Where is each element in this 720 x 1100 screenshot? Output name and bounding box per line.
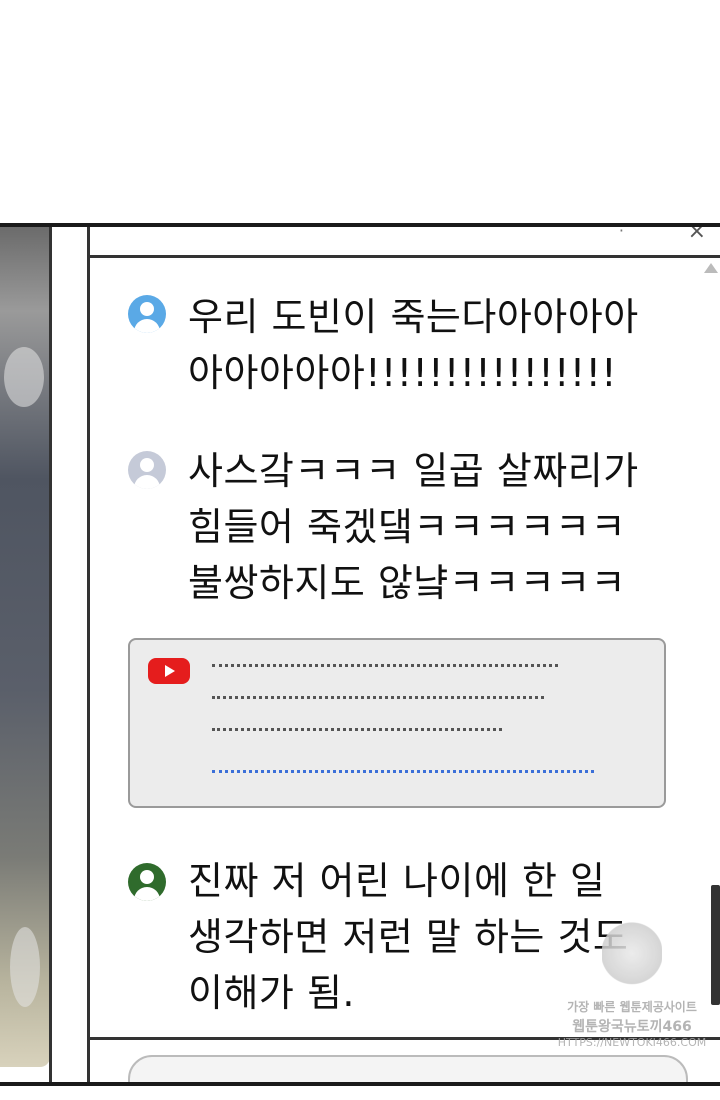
youtube-link-card[interactable] <box>128 638 666 808</box>
youtube-icon <box>148 658 190 684</box>
watermark-site-name: 웹툰왕국뉴토끼466 <box>572 1019 692 1035</box>
redacted-title-line <box>212 664 558 667</box>
user-avatar-icon[interactable] <box>128 451 166 489</box>
window-topbar: · × <box>90 227 720 258</box>
watermark-url: HTTPS://NEWTOKI466.COM <box>557 1036 707 1049</box>
redacted-description-line <box>212 696 544 699</box>
user-avatar-icon[interactable] <box>128 863 166 901</box>
watermark-tagline: 가장 빠른 웹툰제공사이트 <box>567 1000 697 1014</box>
comment-text: 우리 도빈이 죽는다아아아아 아아아아아!!!!!!!!!!!!!!!! <box>188 295 639 395</box>
user-avatar-icon[interactable] <box>128 295 166 333</box>
minimize-icon[interactable]: · <box>619 227 624 240</box>
close-icon[interactable]: × <box>688 227 706 244</box>
redacted-link-url[interactable] <box>212 770 594 773</box>
mascot-logo <box>602 920 662 994</box>
scroll-up-arrow-icon[interactable] <box>704 263 718 273</box>
background-photo <box>0 227 50 1067</box>
frame-divider-left <box>49 227 52 1082</box>
scrollbar-thumb[interactable] <box>711 885 720 1005</box>
redacted-description-line <box>212 728 502 731</box>
comment-text: 사스갘ㅋㅋㅋ 일곱 살짜리가 힘들어 죽겠댘ㅋㅋㅋㅋㅋㅋ 불쌍하지도 않냨ㅋㅋㅋ… <box>188 449 639 605</box>
comment-item: 사스갘ㅋㅋㅋ 일곱 살짜리가 힘들어 죽겠댘ㅋㅋㅋㅋㅋㅋ 불쌍하지도 않냨ㅋㅋㅋ… <box>128 443 680 613</box>
comment-item: 우리 도빈이 죽는다아아아아 아아아아아!!!!!!!!!!!!!!!! <box>128 289 680 409</box>
frame-divider-inner <box>87 227 90 1082</box>
site-watermark: 가장 빠른 웹툰제공사이트 웹툰왕국뉴토끼466 HTTPS://NEWTOKI… <box>552 920 712 1080</box>
